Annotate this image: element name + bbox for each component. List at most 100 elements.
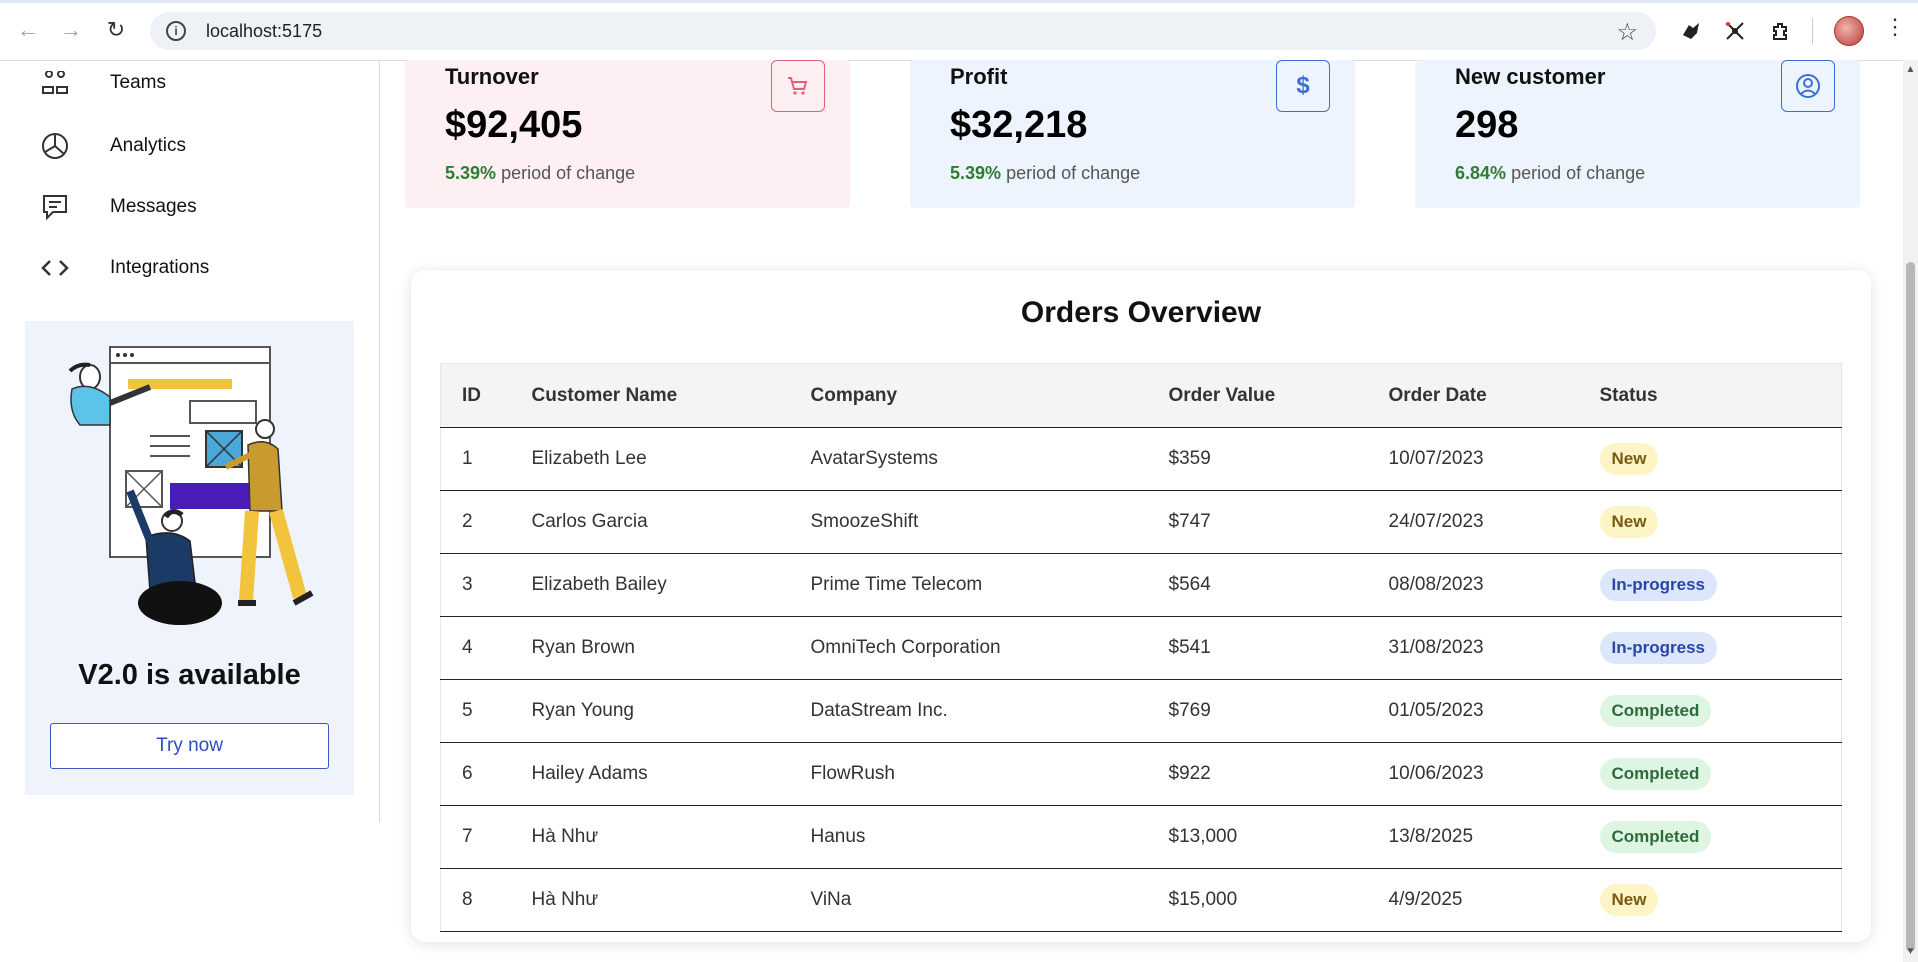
table-header-row: ID Customer Name Company Order Value Ord… (440, 363, 1842, 428)
column-header-customer[interactable]: Customer Name (530, 363, 810, 428)
status-badge: New (1599, 884, 1659, 916)
table-row[interactable]: 1 Elizabeth Lee AvatarSystems $359 10/07… (440, 427, 1842, 491)
forward-icon[interactable]: → (55, 14, 87, 46)
column-header-order-date[interactable]: Order Date (1387, 363, 1599, 428)
column-header-company[interactable]: Company (809, 363, 1168, 428)
table-row[interactable]: 2 Carlos Garcia SmoozeShift $747 24/07/2… (440, 490, 1842, 554)
stat-card-new-customer: New customer 298 6.84% period of change (1415, 60, 1860, 208)
sidebar-item-label: Teams (110, 72, 166, 93)
sidebar-item-analytics[interactable]: Analytics (40, 126, 186, 166)
browser-toolbar: ← → ↻ i localhost:5175 ☆ ⋮ (0, 0, 1918, 61)
stat-value: $92,405 (445, 104, 583, 146)
sidebar: Teams Analytics Messages Integrations V2… (0, 60, 380, 822)
table-row[interactable]: 5 Ryan Young DataStream Inc. $769 01/05/… (440, 679, 1842, 743)
cell-date: 31/08/2023 (1387, 616, 1599, 680)
cell-date: 13/8/2025 (1387, 805, 1599, 869)
cell-id: 3 (440, 553, 531, 617)
extensions-puzzle-icon[interactable] (1766, 16, 1796, 46)
cell-customer: Ryan Young (530, 679, 810, 743)
cell-id: 1 (440, 427, 531, 491)
sidebar-item-label: Analytics (110, 135, 187, 156)
stat-title: Profit (950, 64, 1008, 89)
cell-value: $15,000 (1167, 868, 1388, 932)
cell-customer: Carlos Garcia (530, 490, 810, 554)
column-header-id[interactable]: ID (440, 363, 531, 428)
toolbar-separator (1812, 18, 1813, 44)
cell-customer: Ryan Brown (530, 616, 810, 680)
code-icon (40, 253, 70, 283)
stat-change-percent: 5.39% (445, 163, 497, 183)
profile-avatar[interactable] (1834, 16, 1864, 46)
cell-date: 01/05/2023 (1387, 679, 1599, 743)
status-badge: In-progress (1599, 632, 1718, 664)
cell-company: Prime Time Telecom (809, 553, 1168, 617)
table-row[interactable]: 6 Hailey Adams FlowRush $922 10/06/2023 … (440, 742, 1842, 806)
bookmark-star-icon[interactable]: ☆ (1616, 18, 1638, 47)
cell-customer: Hà Như (530, 868, 810, 932)
cell-value: $769 (1167, 679, 1388, 743)
cell-id: 4 (440, 616, 531, 680)
stat-card-profit: Profit $32,218 5.39% period of change $ (910, 60, 1355, 208)
sidebar-item-label: Messages (110, 196, 197, 217)
status-badge: New (1599, 506, 1659, 538)
cell-value: $13,000 (1167, 805, 1388, 869)
cell-value: $747 (1167, 490, 1388, 554)
status-badge: Completed (1599, 758, 1712, 790)
scroll-down-arrow-icon[interactable]: ▼ (1905, 946, 1916, 957)
teams-icon (40, 68, 70, 98)
message-icon (40, 192, 70, 222)
cart-icon (771, 60, 825, 112)
sidebar-item-teams[interactable]: Teams (40, 63, 166, 103)
table-row[interactable]: 4 Ryan Brown OmniTech Corporation $541 3… (440, 616, 1842, 680)
column-header-order-value[interactable]: Order Value (1167, 363, 1388, 428)
cell-company: ViNa (809, 868, 1168, 932)
table-row[interactable]: 3 Elizabeth Bailey Prime Time Telecom $5… (440, 553, 1842, 617)
sidebar-item-messages[interactable]: Messages (40, 187, 197, 227)
cell-company: DataStream Inc. (809, 679, 1168, 743)
orders-title: Orders Overview (1020, 296, 1262, 329)
table-row[interactable]: 8 Hà Như ViNa $15,000 4/9/2025 New (440, 868, 1842, 932)
back-icon[interactable]: ← (12, 14, 44, 46)
cell-value: $564 (1167, 553, 1388, 617)
site-info-icon[interactable]: i (166, 21, 186, 41)
sidebar-item-label: Integrations (110, 257, 210, 278)
status-badge: Completed (1599, 695, 1712, 727)
cell-value: $541 (1167, 616, 1388, 680)
tab-strip-edge (0, 0, 1918, 3)
cell-customer: Hà Như (530, 805, 810, 869)
cell-id: 5 (440, 679, 531, 743)
extension-icon[interactable] (1720, 16, 1750, 46)
cell-id: 8 (440, 868, 531, 932)
stat-change: 5.39% period of change (445, 163, 635, 184)
cell-id: 6 (440, 742, 531, 806)
orders-panel: Orders Overview ID Customer Name Company… (411, 270, 1871, 942)
scroll-up-arrow-icon[interactable]: ▲ (1905, 64, 1916, 75)
stat-change-text: period of change (501, 163, 636, 183)
address-bar[interactable]: i localhost:5175 ☆ (150, 12, 1656, 50)
cell-date: 10/06/2023 (1387, 742, 1599, 806)
status-badge: New (1599, 443, 1659, 475)
cell-date: 4/9/2025 (1387, 868, 1599, 932)
stat-title: Turnover (445, 64, 539, 89)
stat-card-turnover: Turnover $92,405 5.39% period of change (405, 60, 850, 208)
orders-table: ID Customer Name Company Order Value Ord… (440, 363, 1842, 932)
column-header-status[interactable]: Status (1598, 363, 1842, 428)
cell-customer: Hailey Adams (530, 742, 810, 806)
team-illustration (68, 346, 314, 625)
table-row[interactable]: 7 Hà Như Hanus $13,000 13/8/2025 Complet… (440, 805, 1842, 869)
stat-change-text: period of change (1006, 163, 1141, 183)
cell-company: SmoozeShift (809, 490, 1168, 554)
browser-menu-icon[interactable]: ⋮ (1884, 14, 1906, 40)
cell-company: FlowRush (809, 742, 1168, 806)
promo-title: V2.0 is available (78, 659, 301, 691)
cell-customer: Elizabeth Bailey (530, 553, 810, 617)
cell-date: 08/08/2023 (1387, 553, 1599, 617)
reload-icon[interactable]: ↻ (100, 14, 132, 46)
address-url[interactable]: localhost:5175 (206, 21, 322, 42)
try-now-button[interactable]: Try now (50, 723, 329, 769)
extension-icon[interactable] (1676, 16, 1706, 46)
sidebar-item-integrations[interactable]: Integrations (40, 248, 209, 288)
page-scrollbar-thumb[interactable] (1906, 262, 1915, 952)
cell-company: AvatarSystems (809, 427, 1168, 491)
pie-chart-icon (40, 131, 70, 161)
